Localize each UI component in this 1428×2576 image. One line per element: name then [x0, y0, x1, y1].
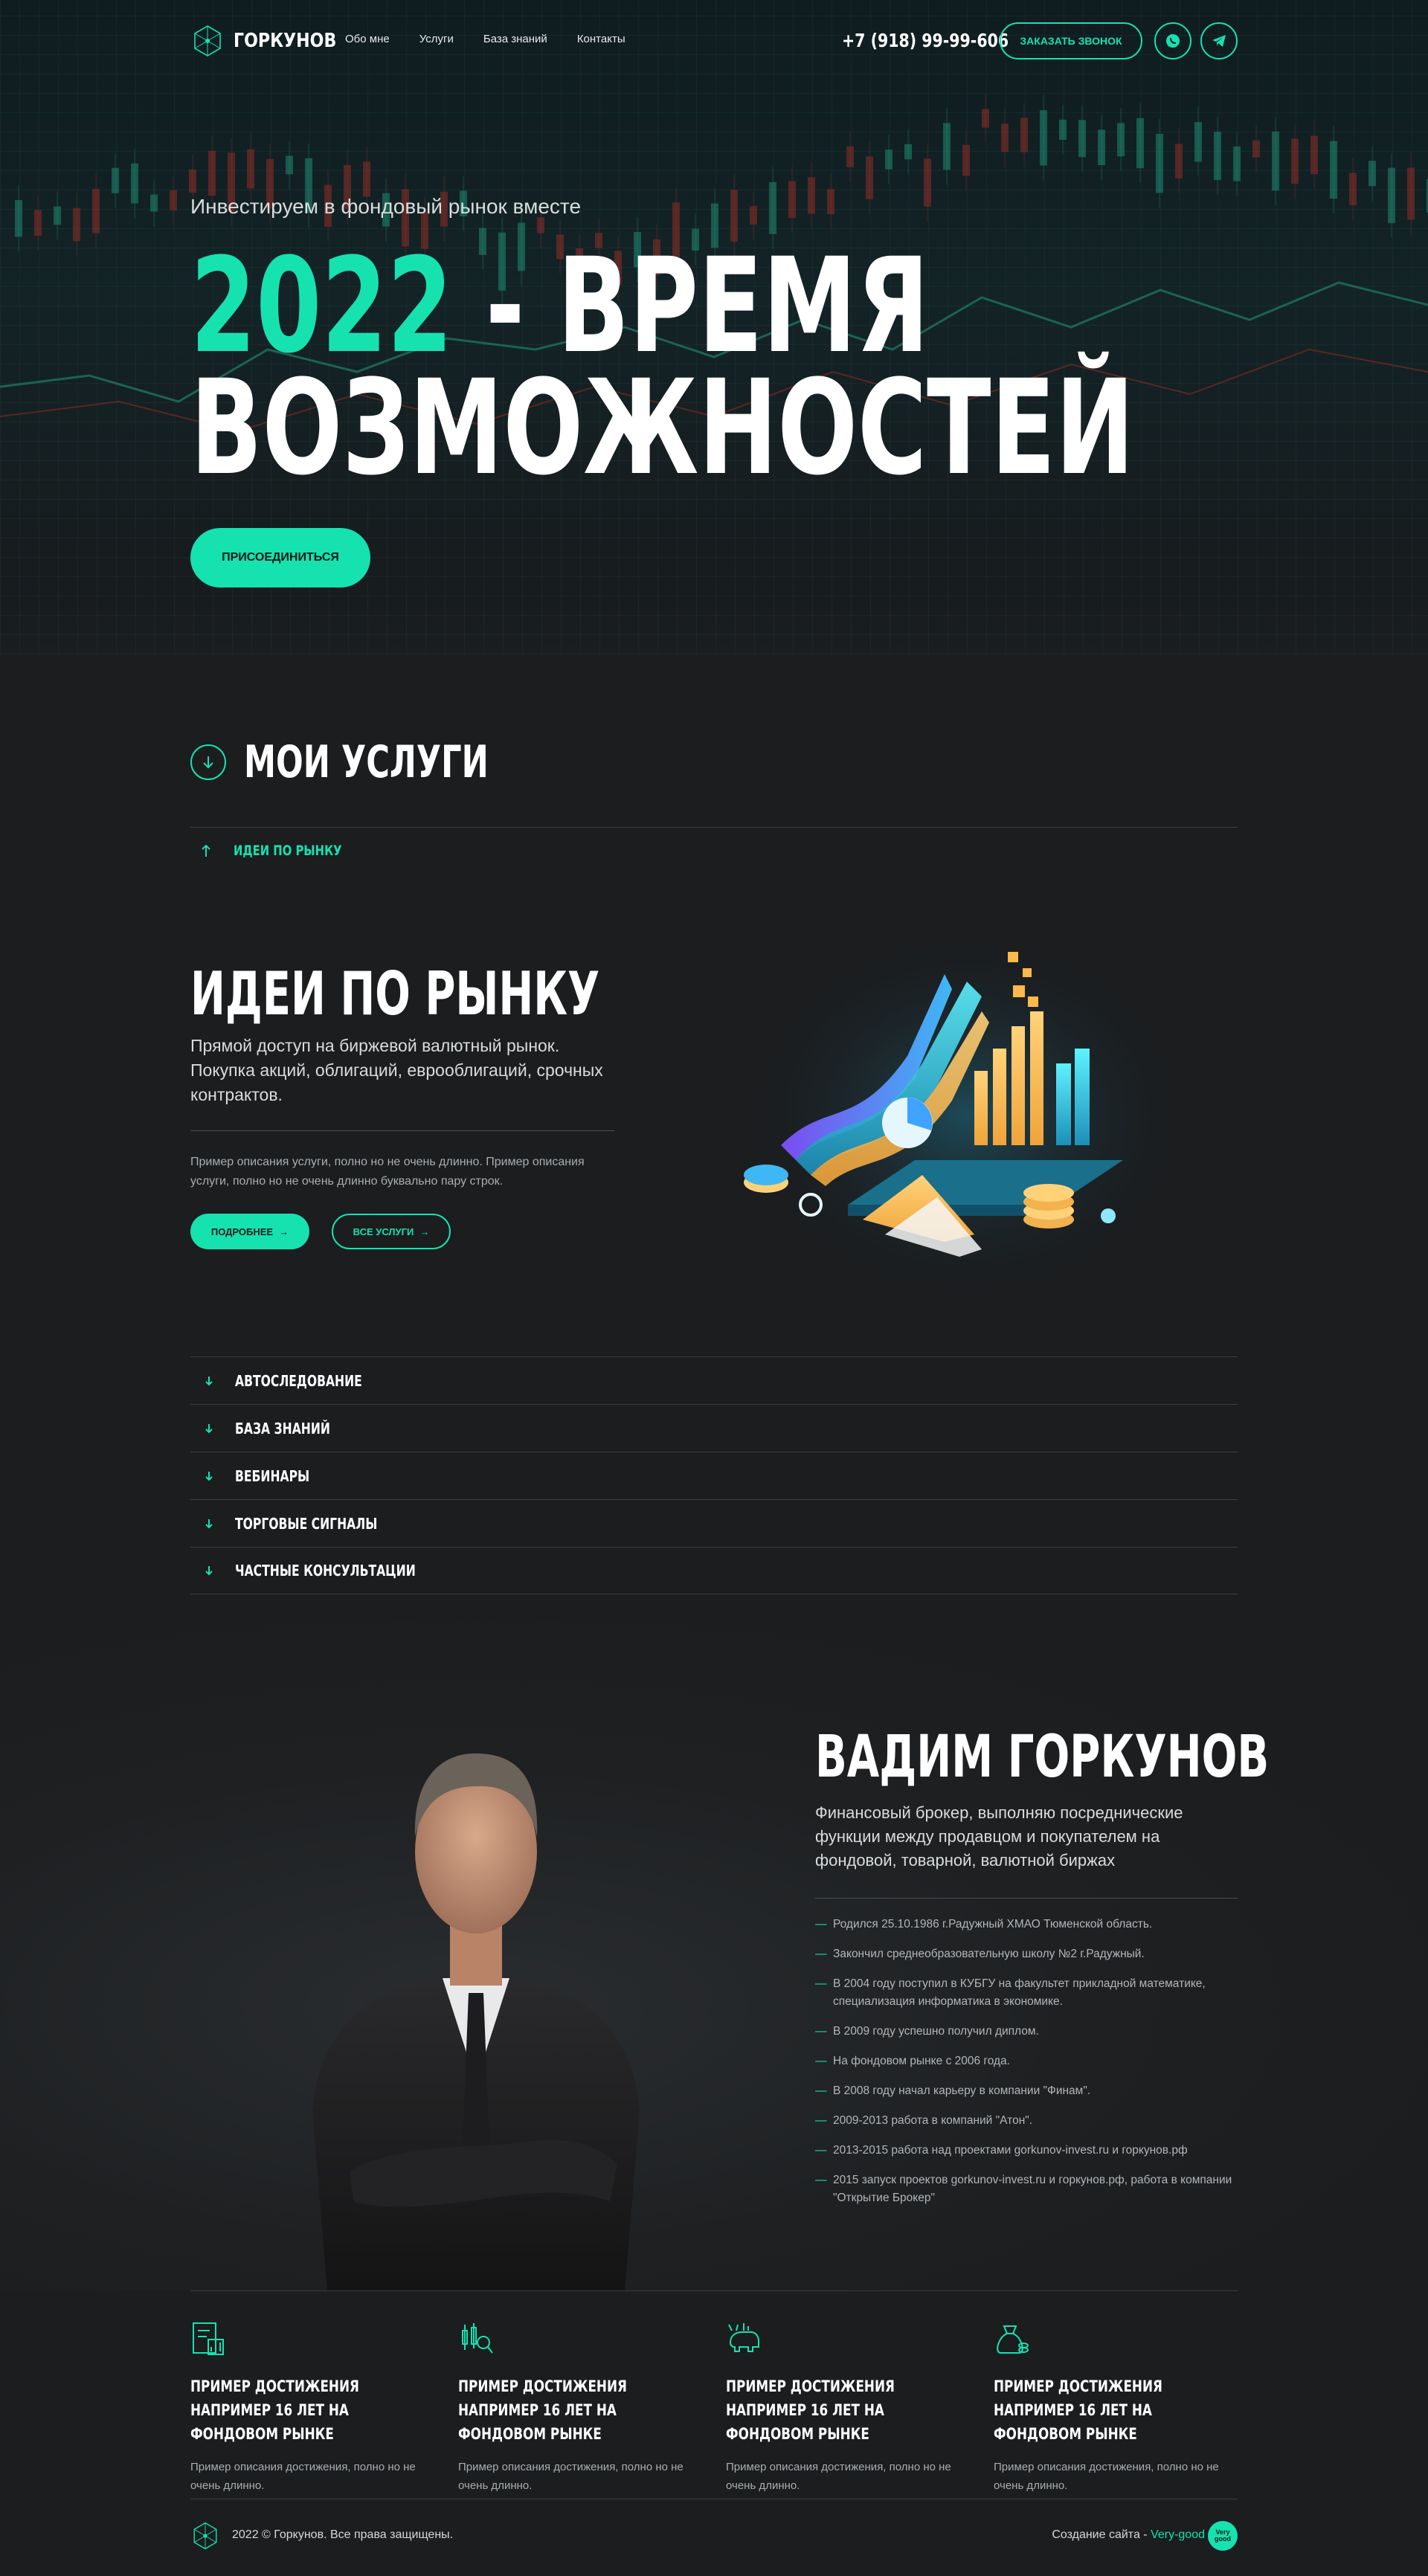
logo-text: ГОРКУНОВ	[234, 30, 337, 52]
achievement-title: ПРИМЕР ДОСТИЖЕНИЯ НАПРИМЕР 16 ЛЕТ НА ФОН…	[190, 2377, 359, 2443]
all-services-label: ВСЕ УСЛУГИ	[353, 1226, 414, 1237]
document-chart-icon	[193, 2322, 224, 2355]
footer-credit-label: Создание сайта -	[1052, 2528, 1151, 2541]
achievement-card: ПРИМЕР ДОСТИЖЕНИЯ НАПРИМЕР 16 ЛЕТ НА ФОН…	[458, 2320, 711, 2495]
footer-copyright: 2022 © Горкунов. Все права защищены.	[232, 2528, 454, 2541]
services-title: МОИ УСЛУГИ	[244, 736, 489, 788]
accordion-item[interactable]: ЧАСТНЫЕ КОНСУЛЬТАЦИИ	[190, 1547, 1238, 1594]
portrait-photo	[312, 1753, 640, 2290]
accordion-item[interactable]: БАЗА ЗНАНИЙ	[190, 1404, 1238, 1452]
whatsapp-button[interactable]	[1154, 22, 1191, 59]
divider	[815, 1898, 1238, 1899]
accordion-item-label: БАЗА ЗНАНИЙ	[235, 1419, 330, 1437]
bio-item: В 2008 году начал карьеру в компании "Фи…	[815, 2082, 1238, 2100]
arrow-up-icon	[202, 844, 210, 857]
bio-item: 2009-2013 работа в компаний "Атон".	[815, 2112, 1238, 2130]
arrow-right-icon: →	[419, 1226, 430, 1237]
achievement-card: ПРИМЕР ДОСТИЖЕНИЯ НАПРИМЕР 16 ЛЕТ НА ФОН…	[726, 2320, 979, 2495]
bio-item: Родился 25.10.1986 г.Радужный ХМАО Тюмен…	[815, 1916, 1238, 1933]
accordion-item-open[interactable]: ИДЕИ ПО РЫНКУ	[190, 827, 373, 875]
achievement-title: ПРИМЕР ДОСТИЖЕНИЯ НАПРИМЕР 16 ЛЕТ НА ФОН…	[458, 2377, 627, 2443]
bio-item: Закончил среднеобразовательную школу №2 …	[815, 1945, 1238, 1963]
footer-credit-link[interactable]: Very-good	[1151, 2528, 1205, 2541]
phone-number[interactable]: +7 (918) 99-99-606	[842, 30, 1009, 51]
nav-link-knowledge[interactable]: База знаний	[483, 33, 547, 45]
more-button-label: ПОДРОБНЕЕ	[210, 1226, 274, 1237]
achievement-text: Пример описания достижения, полно но не …	[726, 2461, 951, 2492]
bio-item: В 2009 году успешно получил диплом.	[815, 2023, 1238, 2041]
arrow-down-icon	[205, 1423, 213, 1433]
accordion-item-label: ТОРГОВЫЕ СИГНАЛЫ	[235, 1514, 378, 1533]
telegram-button[interactable]	[1200, 22, 1238, 59]
hero-title-line2: ВОЗМОЖНОСТЕЙ	[190, 352, 1135, 504]
bio-list: Родился 25.10.1986 г.Радужный ХМАО Тюмен…	[815, 1916, 1238, 2219]
arrow-right-icon: →	[279, 1226, 289, 1237]
accordion-item-label: АВТОСЛЕДОВАНИЕ	[235, 1371, 362, 1390]
service-description: Пример описания услуги, полно но не очен…	[190, 1156, 585, 1188]
bio-item: В 2004 году поступил в КУБГУ на факульте…	[815, 1975, 1238, 2011]
more-button[interactable]: ПОДРОБНЕЕ →	[190, 1214, 309, 1249]
services-heading: МОИ УСЛУГИ	[190, 736, 584, 788]
logo[interactable]: ГОРКУНОВ	[190, 24, 355, 58]
footer-credit: Создание сайта - Very-good	[1052, 2528, 1205, 2542]
money-bag-icon	[997, 2325, 1029, 2354]
market-ideas-illustration	[744, 930, 1190, 1301]
developer-badge[interactable]: Very good	[1208, 2521, 1238, 2551]
logo-network-icon	[194, 25, 221, 57]
whatsapp-icon	[1166, 34, 1180, 48]
achievement-card: ПРИМЕР ДОСТИЖЕНИЯ НАПРИМЕР 16 ЛЕТ НА ФОН…	[994, 2320, 1247, 2495]
arrow-down-icon	[205, 1471, 213, 1481]
main-nav: Обо мне Услуги База знаний Контакты	[345, 33, 625, 45]
hero-title: 2022 - ВРЕМЯ ВОЗМОЖНОСТЕЙ	[190, 241, 1135, 504]
about-lead: Финансовый брокер, выполняю посредническ…	[815, 1803, 1183, 1870]
bio-item: 2013-2015 работа над проектами gorkunov-…	[815, 2142, 1238, 2160]
bull-chart-icon	[728, 2323, 759, 2352]
call-request-button[interactable]: ЗАКАЗАТЬ ЗВОНОК	[1000, 22, 1142, 59]
nav-link-services[interactable]: Услуги	[419, 33, 454, 45]
accordion-item-label: ЧАСТНЫЕ КОНСУЛЬТАЦИИ	[235, 1562, 416, 1580]
join-button[interactable]: ПРИСОЕДИНИТЬСЯ	[190, 528, 370, 587]
divider	[190, 2290, 1238, 2291]
achievement-text: Пример описания достижения, полно но не …	[458, 2461, 684, 2492]
divider	[190, 1130, 614, 1131]
nav-link-about[interactable]: Обо мне	[345, 33, 390, 45]
bio-item: На фондовом рынке с 2006 года.	[815, 2052, 1238, 2070]
about-name: ВАДИМ ГОРКУНОВ	[815, 1724, 1270, 1791]
arrow-down-icon	[205, 1376, 213, 1385]
site-header: ГОРКУНОВ Обо мне Услуги База знаний Конт…	[190, 22, 1238, 61]
accordion-item[interactable]: ТОРГОВЫЕ СИГНАЛЫ	[190, 1499, 1238, 1547]
service-title: ИДЕИ ПО РЫНКУ	[190, 959, 600, 1028]
achievement-title: ПРИМЕР ДОСТИЖЕНИЯ НАПРИМЕР 16 ЛЕТ НА ФОН…	[726, 2377, 895, 2443]
arrow-down-icon	[205, 1519, 213, 1528]
scroll-down-button[interactable]	[190, 744, 226, 780]
accordion-item[interactable]: АВТОСЛЕДОВАНИЕ	[190, 1356, 1238, 1404]
accordion-item-label: ВЕБИНАРЫ	[235, 1466, 310, 1485]
candles-search-icon	[462, 2323, 493, 2354]
telegram-icon	[1212, 35, 1226, 47]
hero-subtitle: Инвестируем в фондовый рынок вместе	[190, 195, 582, 218]
bio-item: 2015 запуск проектов gorkunov-invest.ru …	[815, 2171, 1238, 2207]
achievement-text: Пример описания достижения, полно но не …	[190, 2461, 416, 2492]
arrow-down-icon	[205, 1566, 213, 1576]
service-lead: Прямой доступ на биржевой валютный рынок…	[190, 1036, 603, 1104]
footer-logo-icon[interactable]	[190, 2521, 220, 2551]
all-services-button[interactable]: ВСЕ УСЛУГИ →	[332, 1214, 451, 1249]
achievement-text: Пример описания достижения, полно но не …	[994, 2461, 1219, 2492]
achievement-card: ПРИМЕР ДОСТИЖЕНИЯ НАПРИМЕР 16 ЛЕТ НА ФОН…	[190, 2320, 443, 2495]
achievement-title: ПРИМЕР ДОСТИЖЕНИЯ НАПРИМЕР 16 ЛЕТ НА ФОН…	[994, 2377, 1162, 2443]
nav-link-contacts[interactable]: Контакты	[577, 33, 625, 45]
accordion-item-label: ИДЕИ ПО РЫНКУ	[234, 843, 342, 859]
arrow-down-icon	[203, 756, 213, 769]
accordion-item[interactable]: ВЕБИНАРЫ	[190, 1452, 1238, 1499]
